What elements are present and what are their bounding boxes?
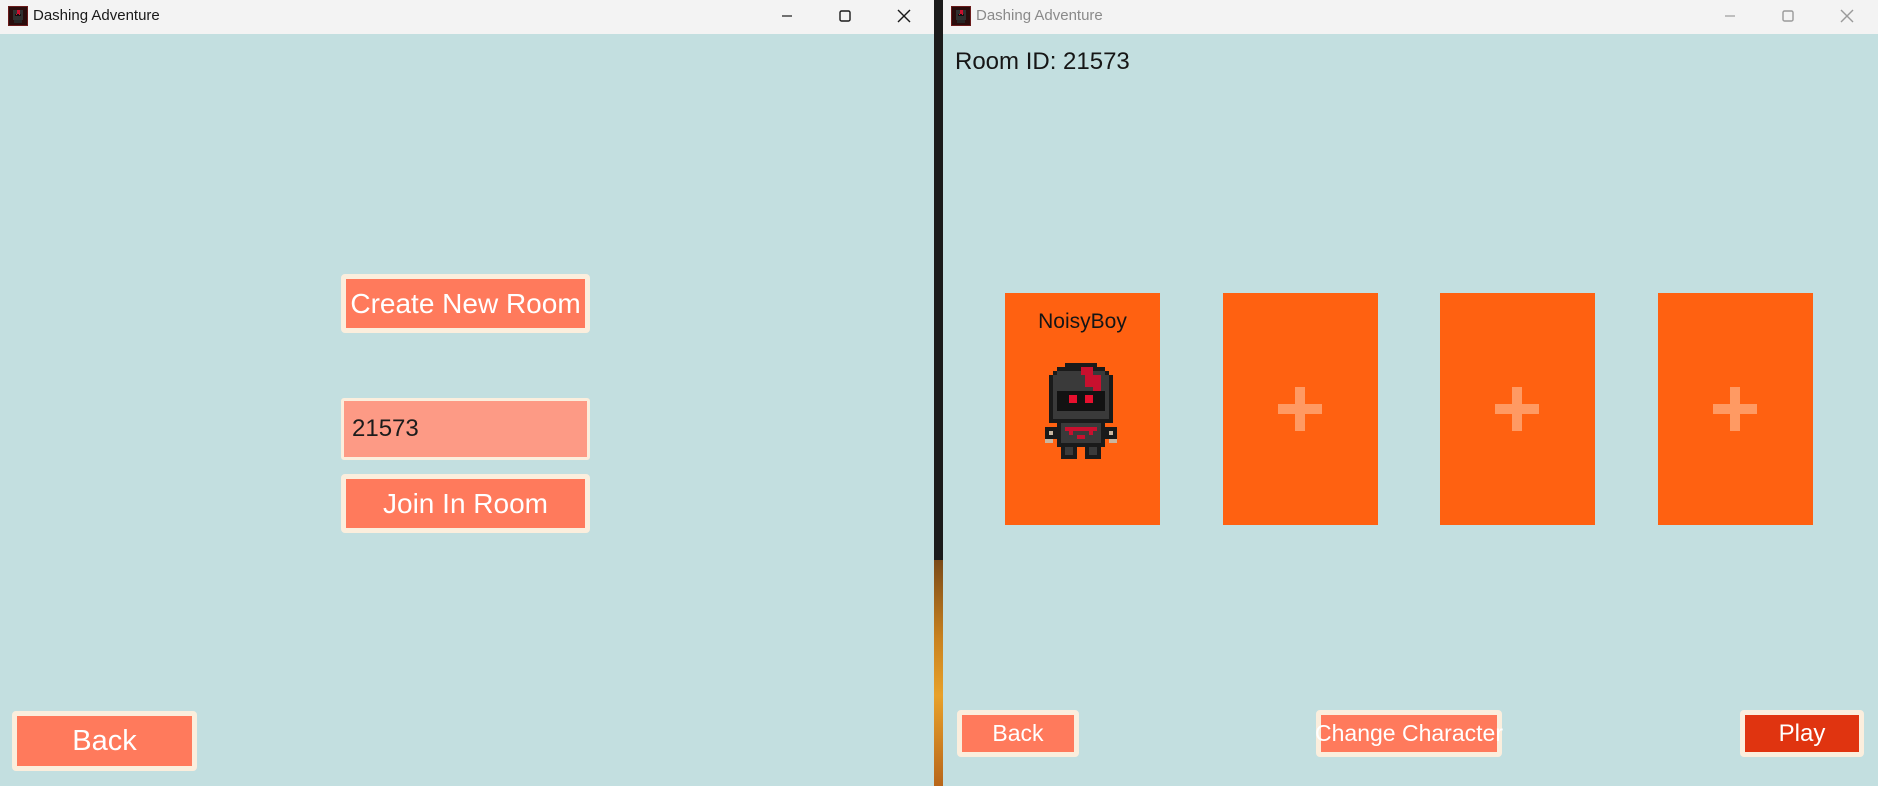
- app-icon: [8, 6, 28, 26]
- title-bar[interactable]: Dashing Adventure: [0, 0, 934, 34]
- minimize-icon[interactable]: [1707, 0, 1753, 32]
- window-title: Dashing Adventure: [33, 7, 160, 24]
- window-title: Dashing Adventure: [976, 7, 1103, 24]
- close-icon[interactable]: [1824, 0, 1870, 32]
- room-code-input[interactable]: 21573: [341, 398, 590, 460]
- lobby-window: Dashing Adventure Create New Room 21573 …: [0, 0, 934, 786]
- room-window: Dashing Adventure Room ID: 21573 NoisyBo…: [943, 0, 1878, 786]
- plus-icon: [1495, 387, 1539, 431]
- ninja-character-icon: [1045, 363, 1117, 459]
- change-character-button[interactable]: Change Character: [1315, 710, 1503, 757]
- player-slot-4[interactable]: [1658, 293, 1813, 525]
- plus-icon: [1713, 387, 1757, 431]
- back-button[interactable]: Back: [957, 710, 1079, 757]
- maximize-icon[interactable]: [1765, 0, 1811, 32]
- player-name: NoisyBoy: [1038, 310, 1127, 333]
- close-icon[interactable]: [881, 0, 927, 32]
- back-button[interactable]: Back: [12, 711, 197, 771]
- maximize-icon[interactable]: [822, 0, 868, 32]
- join-in-room-button[interactable]: Join In Room: [341, 474, 590, 533]
- title-bar[interactable]: Dashing Adventure: [943, 0, 1878, 34]
- player-slot-2[interactable]: [1223, 293, 1378, 525]
- play-button[interactable]: Play: [1740, 710, 1864, 757]
- minimize-icon[interactable]: [764, 0, 810, 32]
- player-slot-3[interactable]: [1440, 293, 1595, 525]
- app-icon: [951, 6, 971, 26]
- room-id-label: Room ID: 21573: [955, 48, 1130, 75]
- player-slot-1[interactable]: NoisyBoy: [1005, 293, 1160, 525]
- create-new-room-button[interactable]: Create New Room: [341, 274, 590, 333]
- plus-icon: [1278, 387, 1322, 431]
